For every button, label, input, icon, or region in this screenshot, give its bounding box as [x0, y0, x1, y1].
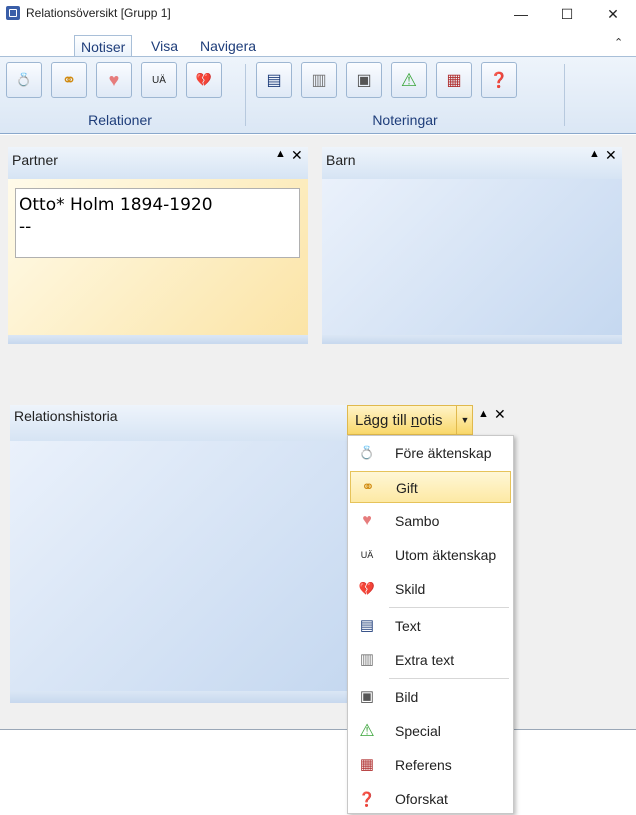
- menu-item-skild[interactable]: 💔 Skild: [350, 573, 511, 605]
- pane-expand-icon[interactable]: ▲: [275, 148, 286, 160]
- window-title: Relationsöversikt [Grupp 1]: [26, 6, 171, 20]
- ua-icon: UÄ: [360, 550, 374, 560]
- heart-face-icon: ♥: [362, 512, 372, 529]
- ribbon-sambo-button[interactable]: ♥: [96, 62, 132, 98]
- image-icon: ▣: [359, 688, 375, 705]
- pane-header-partner: Partner: [8, 147, 308, 179]
- partner-name: Otto* Holm 1894-1920: [19, 195, 213, 215]
- title-bar: Relationsöversikt [Grupp 1] — ☐ ✕: [0, 0, 636, 28]
- pane-footer: [322, 335, 622, 344]
- add-note-dropdown[interactable]: Lägg till notis: [347, 405, 473, 435]
- partner-card[interactable]: Otto* Holm 1894-1920 --: [15, 188, 300, 258]
- dropdown-arrow-icon[interactable]: ▼: [456, 405, 473, 435]
- menu-item-extra-text[interactable]: ▥ Extra text: [350, 644, 511, 676]
- pane-header-barn: Barn: [322, 147, 622, 179]
- pane-title: Barn: [326, 152, 356, 168]
- pane-expand-icon[interactable]: ▲: [478, 408, 489, 420]
- menu-item-utom-aktenskap[interactable]: UÄ Utom äktenskap: [350, 539, 511, 571]
- pane-footer: [10, 691, 348, 703]
- ribbon-outside-marriage-button[interactable]: UÄ: [141, 62, 177, 98]
- menu-item-bild[interactable]: ▣ Bild: [350, 681, 511, 713]
- warning-icon: ⚠: [359, 721, 375, 740]
- reference-icon: ▦: [359, 756, 375, 773]
- ribbon-married-button[interactable]: ⚭: [51, 62, 87, 98]
- pane-body-barn: [322, 179, 622, 335]
- pane-close-icon[interactable]: ✕: [494, 406, 506, 423]
- warning-icon: ⚠: [400, 69, 418, 90]
- ribbon-divorced-button[interactable]: 💔: [186, 62, 222, 98]
- ribbon-reference-button[interactable]: ▦: [436, 62, 472, 98]
- ribbon-unknown-button[interactable]: ❓: [481, 62, 517, 98]
- menu-item-fore-aktenskap[interactable]: 💍 Före äktenskap: [350, 437, 511, 469]
- pane-header-relationshistoria: Relationshistoria: [10, 405, 348, 441]
- wedding-rings-icon: ⚭: [361, 479, 375, 496]
- pane-title: Relationshistoria: [14, 408, 118, 424]
- text-note-icon: ▤: [266, 72, 282, 89]
- ribbon-extra-text-button[interactable]: ▥: [301, 62, 337, 98]
- broken-heart-icon: 💔: [358, 581, 376, 596]
- image-icon: ▣: [356, 72, 372, 89]
- group-label-relationer: Relationer: [88, 112, 152, 128]
- ribbon-collapse-icon[interactable]: ⌃: [614, 36, 623, 49]
- group-separator: [564, 64, 565, 126]
- group-separator: [245, 64, 246, 126]
- pane-footer: [8, 335, 308, 344]
- ribbon-image-button[interactable]: ▣: [346, 62, 382, 98]
- tab-navigera[interactable]: Navigera: [194, 35, 262, 57]
- reference-icon: ▦: [446, 72, 462, 89]
- ring-icon: 💍: [15, 72, 33, 87]
- pane-title: Partner: [12, 152, 58, 168]
- app-icon: [6, 6, 20, 20]
- menu-separator: [389, 607, 509, 608]
- tab-visa[interactable]: Visa: [145, 35, 184, 57]
- text-note-icon: ▤: [359, 617, 375, 634]
- ribbon-special-button[interactable]: ⚠: [391, 62, 427, 98]
- menu-item-referens[interactable]: ▦ Referens: [350, 749, 511, 781]
- ribbon-text-button[interactable]: ▤: [256, 62, 292, 98]
- ua-icon: UÄ: [152, 74, 166, 86]
- pane-close-icon[interactable]: ✕: [291, 147, 303, 164]
- menu-item-gift[interactable]: ⚭ Gift: [350, 471, 511, 503]
- close-button[interactable]: ✕: [590, 0, 636, 28]
- unknown-icon: ❓: [489, 72, 509, 89]
- ring-icon: 💍: [358, 445, 376, 460]
- tab-notiser[interactable]: Notiser: [74, 35, 133, 57]
- menu-item-oforskat[interactable]: ❓ Oforskat: [350, 783, 511, 815]
- menu-item-special[interactable]: ⚠ Special: [350, 715, 511, 747]
- unknown-icon: ❓: [358, 791, 376, 807]
- extra-text-icon: ▥: [359, 651, 375, 668]
- heart-face-icon: ♥: [108, 69, 120, 90]
- extra-text-icon: ▥: [311, 72, 327, 89]
- group-label-noteringar: Noteringar: [372, 112, 438, 128]
- desktop-background: [0, 729, 636, 814]
- menu-item-sambo[interactable]: ♥ Sambo: [350, 505, 511, 537]
- minimize-button[interactable]: —: [498, 0, 544, 28]
- broken-heart-icon: 💔: [195, 72, 213, 87]
- wedding-rings-icon: ⚭: [61, 69, 77, 90]
- menu-item-text[interactable]: ▤ Text: [350, 610, 511, 642]
- pane-close-icon[interactable]: ✕: [605, 147, 617, 164]
- pane-body-relationshistoria: [10, 441, 348, 691]
- partner-detail: --: [19, 217, 32, 237]
- maximize-button[interactable]: ☐: [544, 0, 590, 28]
- menu-separator: [389, 678, 509, 679]
- ribbon-before-marriage-button[interactable]: 💍: [6, 62, 42, 98]
- pane-expand-icon[interactable]: ▲: [589, 148, 600, 160]
